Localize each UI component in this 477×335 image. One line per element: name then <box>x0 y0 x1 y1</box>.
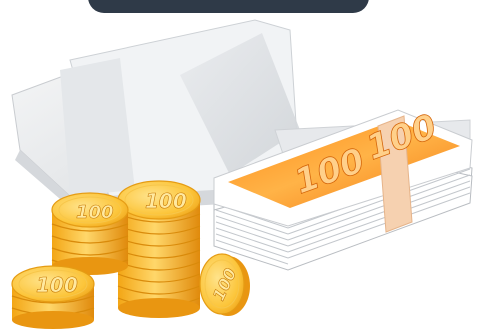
coin-stack-medium: 100 <box>51 192 129 275</box>
top-banner <box>88 0 369 13</box>
coin-label-medium: 100 <box>76 202 114 223</box>
coin-label-front: 100 <box>36 273 78 297</box>
coin-standing: 100 <box>199 253 250 316</box>
coin-label-tall: 100 <box>145 189 187 213</box>
coin-stack-front: 100 <box>11 265 95 329</box>
money-illustration: 100 100 100 100 100 100 <box>11 19 473 329</box>
coin-stack-tall: 100 <box>117 180 201 318</box>
illustration: 100 100 100 100 100 100 <box>0 0 477 331</box>
